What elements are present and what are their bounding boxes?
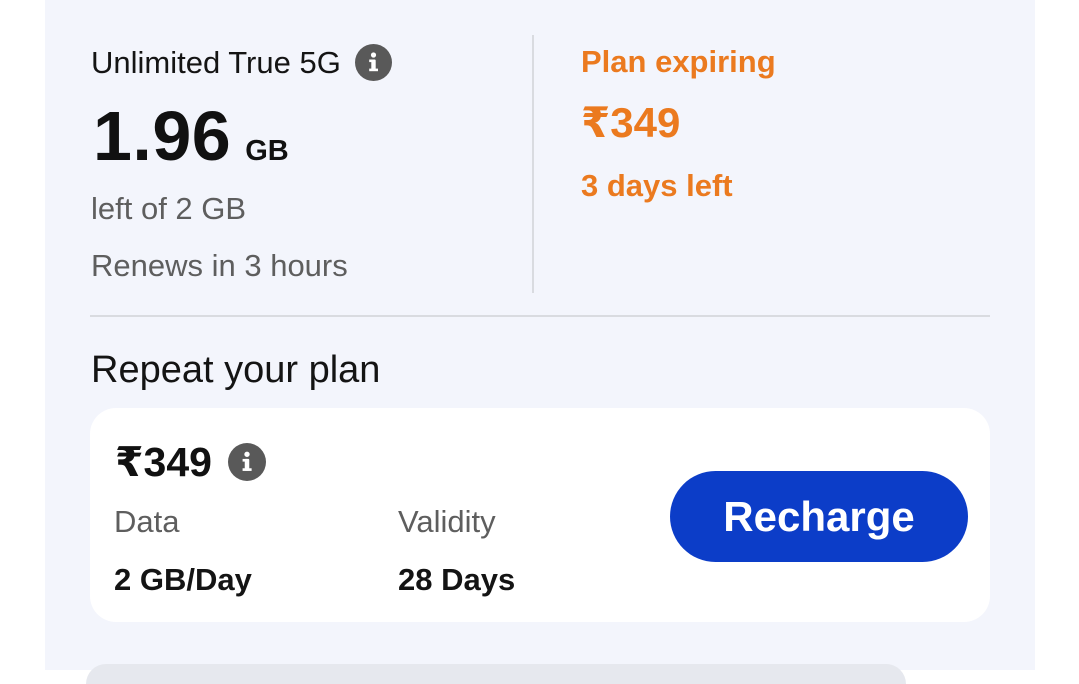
validity-value: 28 Days (398, 562, 516, 597)
validity-label: Validity (398, 504, 496, 539)
data-value: 2 GB/Day (114, 562, 252, 597)
next-card-edge (86, 664, 906, 684)
vertical-divider (532, 35, 534, 293)
info-icon[interactable] (227, 443, 266, 481)
data-label: Data (114, 504, 180, 539)
data-total-text: left of 2 GB (91, 191, 247, 226)
validity-column: Validity 28 Days (398, 504, 515, 598)
plan-expiring-price: ₹349 (581, 99, 681, 146)
info-icon[interactable] (354, 44, 392, 81)
plan-panel: Unlimited True 5G 1.96 GB left of 2 GB R… (45, 0, 1035, 670)
days-left-text: 3 days left (581, 168, 733, 203)
horizontal-divider (90, 315, 990, 317)
recharge-button[interactable]: Recharge (670, 471, 968, 562)
repeat-plan-card[interactable]: ₹349 Data 2 GB/Day Validity 28 Days Rech… (90, 408, 990, 622)
data-remaining-value: 1.96 (93, 97, 232, 175)
plan-expiring-title: Plan expiring (581, 44, 776, 79)
data-column: Data 2 GB/Day (114, 504, 252, 598)
data-remaining-unit: GB (245, 135, 289, 167)
repeat-plan-heading: Repeat your plan (91, 349, 381, 391)
renew-text: Renews in 3 hours (91, 248, 348, 283)
data-remaining: 1.96 GB (93, 96, 289, 176)
card-price-row: ₹349 (115, 438, 266, 486)
card-price: ₹349 (115, 439, 212, 485)
plan-name-row: Unlimited True 5G (91, 44, 392, 81)
plan-name: Unlimited True 5G (91, 44, 341, 80)
